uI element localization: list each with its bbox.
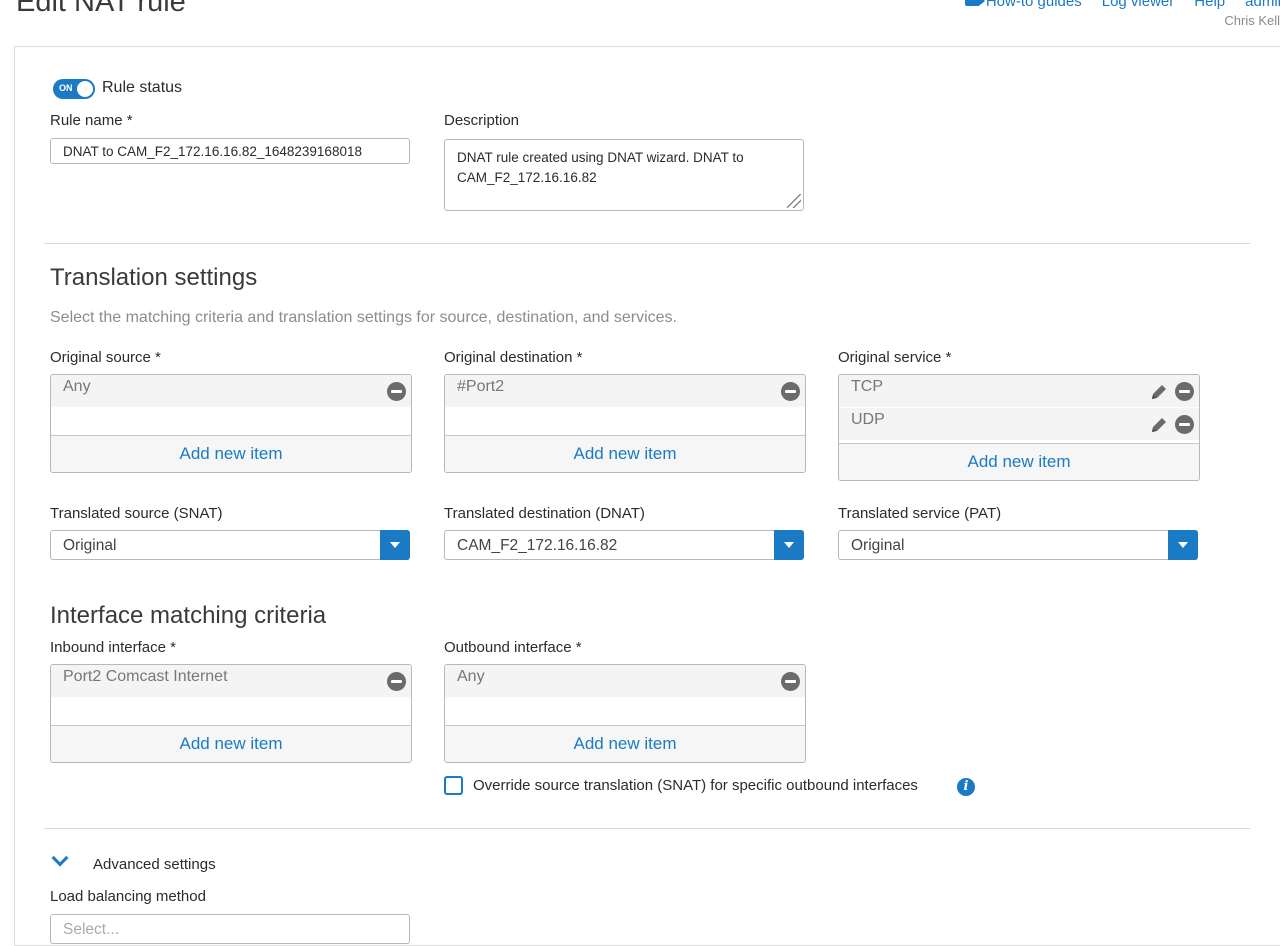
list-item-label: #Port2 <box>457 378 505 395</box>
inbound-interface-label: Inbound interface * <box>50 639 176 656</box>
edit-icon[interactable] <box>1149 415 1169 435</box>
how-to-guides-link[interactable]: How-to guides <box>964 0 1082 10</box>
original-service-list: TCP UDP Add new item <box>838 374 1200 481</box>
user-name: Chris Kell <box>1224 13 1280 28</box>
description-text: DNAT rule created using DNAT wizard. DNA… <box>457 150 744 185</box>
original-service-label: Original service * <box>838 349 952 366</box>
interface-matching-title: Interface matching criteria <box>50 602 327 629</box>
add-new-item-button[interactable]: Add new item <box>51 435 411 472</box>
outbound-interface-list: Any Add new item <box>444 664 806 763</box>
list-item: TCP <box>839 375 1199 408</box>
edit-icon[interactable] <box>1149 382 1169 402</box>
list-item-label: TCP <box>851 378 883 395</box>
divider <box>44 828 1250 829</box>
select-placeholder: Select... <box>63 921 119 938</box>
list-item: Any <box>51 375 411 408</box>
original-source-label: Original source * <box>50 349 161 366</box>
admin-link[interactable]: admin <box>1245 0 1280 10</box>
description-textarea[interactable]: DNAT rule created using DNAT wizard. DNA… <box>444 139 804 211</box>
translated-destination-label: Translated destination (DNAT) <box>444 505 645 522</box>
chevron-down-icon[interactable] <box>774 530 804 560</box>
page-title: Edit NAT rule <box>16 0 186 18</box>
log-viewer-link[interactable]: Log viewer <box>1102 0 1175 10</box>
rule-status-label: Rule status <box>102 79 183 96</box>
select-value: CAM_F2_172.16.16.82 <box>457 537 618 554</box>
description-label: Description <box>444 112 520 129</box>
rule-name-input[interactable]: DNAT to CAM_F2_172.16.16.82_164823916801… <box>50 138 410 164</box>
inbound-interface-list: Port2 Comcast Internet Add new item <box>50 664 412 763</box>
select-value: Original <box>851 537 905 554</box>
original-source-list: Any Add new item <box>50 374 412 473</box>
add-new-item-button[interactable]: Add new item <box>445 725 805 762</box>
remove-icon[interactable] <box>1175 382 1194 401</box>
list-item: UDP <box>839 408 1199 441</box>
list-item-label: Port2 Comcast Internet <box>63 668 228 685</box>
select-value: Original <box>63 537 117 554</box>
translated-destination-select[interactable]: CAM_F2_172.16.16.82 <box>444 530 804 560</box>
list-item-label: Any <box>63 378 91 395</box>
divider <box>44 243 1250 244</box>
rule-name-label: Rule name * <box>50 112 133 129</box>
translated-service-label: Translated service (PAT) <box>838 505 1002 522</box>
translation-settings-title: Translation settings <box>50 264 258 291</box>
rule-status-toggle[interactable]: ON <box>53 79 95 99</box>
toggle-knob <box>77 81 93 97</box>
add-new-item-button[interactable]: Add new item <box>839 443 1199 480</box>
original-destination-label: Original destination * <box>444 349 583 366</box>
info-icon[interactable]: i <box>957 778 975 796</box>
override-snat-checkbox[interactable] <box>444 776 463 795</box>
add-new-item-button[interactable]: Add new item <box>51 725 411 762</box>
video-icon <box>964 0 985 6</box>
remove-icon[interactable] <box>781 382 800 401</box>
add-new-item-button[interactable]: Add new item <box>445 435 805 472</box>
chevron-down-icon[interactable] <box>1168 530 1198 560</box>
toggle-on-label: ON <box>59 83 73 93</box>
original-destination-list: #Port2 Add new item <box>444 374 806 473</box>
translated-service-select[interactable]: Original <box>838 530 1198 560</box>
advanced-settings-toggle[interactable]: Advanced settings <box>93 856 216 873</box>
list-item: #Port2 <box>445 375 805 408</box>
list-item-label: Any <box>457 668 485 685</box>
list-item-label: UDP <box>851 411 885 428</box>
remove-icon[interactable] <box>387 672 406 691</box>
translated-source-label: Translated source (SNAT) <box>50 505 223 522</box>
load-balancing-label: Load balancing method <box>50 888 206 905</box>
remove-icon[interactable] <box>387 382 406 401</box>
translated-source-select[interactable]: Original <box>50 530 410 560</box>
help-link[interactable]: Help <box>1194 0 1225 10</box>
chevron-down-icon[interactable] <box>380 530 410 560</box>
top-links: How-to guides Log viewer Help admin <box>964 0 1280 10</box>
load-balancing-select[interactable]: Select... <box>50 914 410 944</box>
list-item: Port2 Comcast Internet <box>51 665 411 698</box>
resize-grip-icon[interactable] <box>787 194 801 208</box>
remove-icon[interactable] <box>781 672 800 691</box>
override-snat-label: Override source translation (SNAT) for s… <box>473 777 918 794</box>
translation-settings-description: Select the matching criteria and transla… <box>50 309 677 326</box>
outbound-interface-label: Outbound interface * <box>444 639 582 656</box>
remove-icon[interactable] <box>1175 415 1194 434</box>
list-item: Any <box>445 665 805 698</box>
